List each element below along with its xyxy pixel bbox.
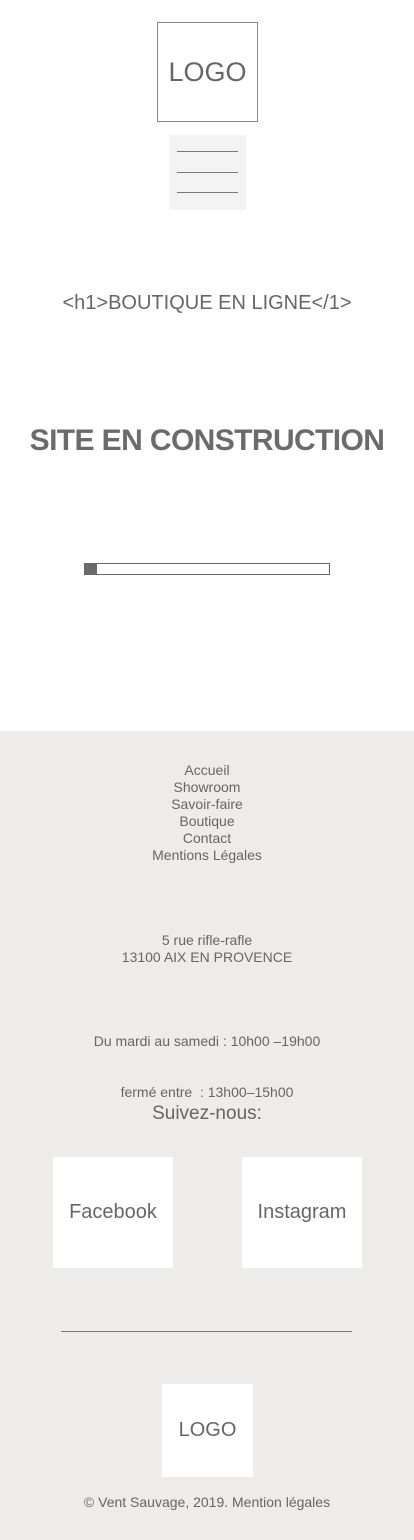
address-street: 5 rue rifle-rafle <box>161 932 253 948</box>
menu-line <box>177 172 238 173</box>
menu-line <box>177 151 238 152</box>
footer: Accueil Showroom Savoir-faire Boutique C… <box>0 731 414 1540</box>
hamburger-menu-icon[interactable] <box>169 135 246 210</box>
progress-bar <box>84 563 330 575</box>
page-heading: <h1>BOUTIQUE EN LIGNE</1> <box>62 292 352 314</box>
hours-days: Du mardi au samedi : 10h00 –19h00 <box>93 1033 321 1049</box>
footer-nav: Accueil Showroom Savoir-faire Boutique C… <box>0 762 414 864</box>
copyright: © Vent Sauvage, 2019. Mention légales <box>83 1494 331 1510</box>
footer-link-mentions-legales[interactable]: Mentions Légales <box>0 847 414 864</box>
hours-closed: fermé entre : 13h00–15h00 <box>120 1084 294 1100</box>
footer-link-showroom[interactable]: Showroom <box>0 779 414 796</box>
follow-label: Suivez-nous: <box>152 1103 262 1124</box>
menu-line <box>177 192 238 193</box>
address-city: 13100 AIX EN PROVENCE <box>121 949 293 965</box>
header-logo[interactable]: LOGO <box>157 22 258 122</box>
footer-link-boutique[interactable]: Boutique <box>0 813 414 830</box>
footer-link-accueil[interactable]: Accueil <box>0 762 414 779</box>
instagram-button[interactable]: Instagram <box>242 1157 362 1268</box>
footer-logo[interactable]: LOGO <box>162 1384 253 1477</box>
construction-title: SITE EN CONSTRUCTION <box>29 424 385 457</box>
progress-fill <box>85 564 98 574</box>
facebook-button[interactable]: Facebook <box>53 1157 173 1268</box>
footer-link-contact[interactable]: Contact <box>0 830 414 847</box>
address: 5 rue rifle-rafle 13100 AIX EN PROVENCE <box>0 932 414 966</box>
footer-divider <box>61 1331 352 1332</box>
footer-link-savoir-faire[interactable]: Savoir-faire <box>0 796 414 813</box>
